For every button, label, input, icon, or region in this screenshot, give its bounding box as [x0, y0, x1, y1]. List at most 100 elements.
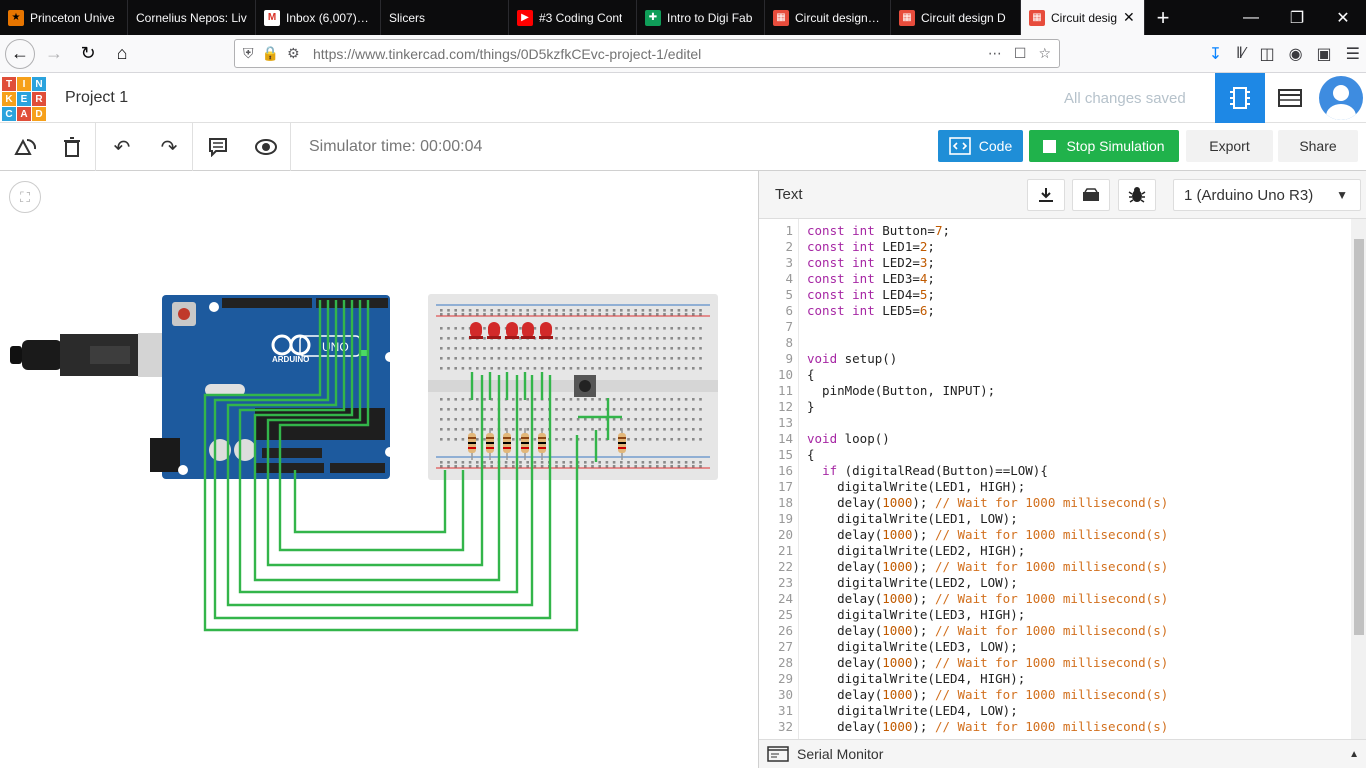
code-text: const int LED4=5; — [807, 287, 935, 302]
led[interactable] — [469, 322, 483, 339]
code-line: 26 delay(1000); // Wait for 1000 millise… — [759, 623, 1349, 639]
notes-icon[interactable] — [203, 132, 233, 162]
code-line: 2 const int LED1=2; — [759, 239, 1349, 255]
maximize-icon[interactable]: ❐ — [1274, 0, 1320, 35]
code-line: 6 const int LED5=6; — [759, 303, 1349, 319]
code-line: 8 — [759, 335, 1349, 351]
bookmark-star-icon[interactable]: ☆ — [1038, 45, 1051, 62]
extension-icon[interactable]: ▣ — [1317, 44, 1332, 64]
forward-icon[interactable]: → — [39, 39, 69, 69]
tab-title: Circuit design D — [921, 10, 1006, 25]
browser-tab[interactable]: ▦ Circuit desig ✕ — [1021, 0, 1145, 35]
logo-letter: D — [32, 107, 46, 121]
download-code-icon[interactable] — [1027, 179, 1065, 211]
logo-letter: R — [32, 92, 46, 106]
window-close-icon[interactable]: ✕ — [1320, 0, 1366, 35]
visibility-icon[interactable] — [251, 132, 281, 162]
save-status: All changes saved — [1064, 90, 1186, 107]
scrollbar-thumb[interactable] — [1354, 239, 1364, 635]
library-icon[interactable] — [1072, 179, 1110, 211]
rotate-icon[interactable] — [10, 132, 40, 162]
account-icon[interactable]: ◉ — [1289, 44, 1303, 64]
code-line: 9 void setup() — [759, 351, 1349, 367]
code-panel: Text 1 (Arduino Uno R3) ▼ 1 const int But… — [758, 171, 1366, 768]
shield-icon[interactable]: ⛨ — [243, 45, 254, 62]
browser-tab[interactable]: ▦ Circuit design D — [891, 0, 1021, 35]
redo-icon[interactable]: ↷ — [154, 132, 184, 162]
arduino-uno-board[interactable]: ARDUINO UNO — [150, 295, 395, 479]
wire[interactable] — [293, 470, 447, 534]
circuit-view-button[interactable] — [1215, 73, 1265, 123]
export-button[interactable]: Export — [1186, 130, 1273, 162]
led[interactable] — [539, 322, 553, 339]
code-editor[interactable]: 1 const int Button=7; 2 const int LED1=2; 3 c… — [759, 219, 1351, 739]
serial-monitor-bar[interactable]: Serial Monitor ▲ — [759, 739, 1366, 768]
led[interactable] — [487, 322, 501, 339]
line-number: 26 — [777, 623, 793, 638]
editor-scrollbar[interactable] — [1351, 219, 1366, 739]
new-tab-icon[interactable]: + — [1145, 0, 1181, 35]
princeton-icon: ★ — [8, 9, 24, 26]
tinkercad-icon: ▦ — [773, 9, 789, 26]
browser-tab[interactable]: ★ Princeton Unive — [0, 0, 128, 35]
back-icon[interactable]: ← — [5, 38, 35, 69]
led[interactable] — [505, 322, 519, 339]
delete-icon[interactable] — [57, 132, 87, 162]
tab-close-icon[interactable]: ✕ — [1123, 9, 1135, 26]
line-number: 16 — [777, 463, 793, 478]
browser-tab[interactable]: M Inbox (6,007) - a — [256, 0, 381, 35]
circuit-canvas[interactable]: ⛶ ARDUINO UNO — [0, 171, 758, 768]
browser-tab[interactable]: ▶ #3 Coding Cont — [509, 0, 637, 35]
line-number: 7 — [785, 319, 793, 334]
code-button[interactable]: Code — [938, 130, 1023, 162]
lock-icon[interactable]: 🔒 — [262, 45, 279, 62]
sidebar-icon[interactable]: ◫ — [1259, 44, 1274, 64]
code-line: 31 digitalWrite(LED4, LOW); — [759, 703, 1349, 719]
code-text: delay(1000); // Wait for 1000 millisecon… — [807, 687, 1169, 702]
code-text: const int LED2=3; — [807, 255, 935, 270]
code-button-label: Code — [978, 138, 1013, 154]
undo-icon[interactable]: ↶ — [107, 132, 137, 162]
chevron-up-icon[interactable]: ▲ — [1349, 749, 1359, 760]
minimize-icon[interactable]: — — [1228, 0, 1274, 35]
url-bar[interactable]: ⛨ 🔒 ⚙ https://www.tinkercad.com/things/0… — [234, 39, 1060, 68]
pocket-icon[interactable]: ☐ — [1014, 45, 1027, 62]
reload-icon[interactable]: ↻ — [73, 39, 103, 69]
push-button[interactable] — [574, 375, 596, 397]
serial-monitor-label: Serial Monitor — [797, 746, 884, 762]
component-list-button[interactable] — [1265, 73, 1315, 123]
menu-icon[interactable]: ☰ — [1346, 44, 1360, 64]
browser-tab[interactable]: Cornelius Nepos: Liv — [128, 0, 256, 35]
project-title[interactable]: Project 1 — [65, 89, 128, 107]
code-line: 27 digitalWrite(LED3, LOW); — [759, 639, 1349, 655]
tab-title: Cornelius Nepos: Liv — [136, 10, 247, 25]
code-text: digitalWrite(LED4, HIGH); — [807, 671, 1026, 686]
line-number: 1 — [785, 223, 793, 238]
download-icon[interactable]: ↧ — [1209, 44, 1222, 64]
debugger-bug-icon[interactable] — [1118, 179, 1156, 211]
code-editor-icon — [948, 137, 971, 155]
stop-simulation-button[interactable]: Stop Simulation — [1029, 130, 1179, 162]
code-text: const int LED5=6; — [807, 303, 935, 318]
tinkercad-logo[interactable]: TIN KER CAD — [2, 77, 46, 121]
code-text: digitalWrite(LED3, HIGH); — [807, 607, 1026, 622]
user-avatar[interactable] — [1319, 76, 1363, 120]
permissions-icon[interactable]: ⚙ — [287, 45, 300, 62]
home-icon[interactable]: ⌂ — [107, 39, 137, 69]
browser-tab[interactable]: ▦ Circuit design Ex — [765, 0, 891, 35]
code-line: 28 delay(1000); // Wait for 1000 millise… — [759, 655, 1349, 671]
library-icon[interactable]: ‖⁄ — [1236, 45, 1245, 63]
browser-tab[interactable]: ✚ Intro to Digi Fab — [637, 0, 765, 35]
led[interactable] — [521, 322, 535, 339]
code-text: { — [807, 367, 815, 382]
more-actions-icon[interactable]: ⋯ — [988, 45, 1002, 62]
code-line: 12} — [759, 399, 1349, 415]
share-button[interactable]: Share — [1278, 130, 1358, 162]
code-text: digitalWrite(LED2, HIGH); — [807, 543, 1026, 558]
editor-mode-label[interactable]: Text — [775, 186, 803, 203]
device-select[interactable]: 1 (Arduino Uno R3) ▼ — [1173, 179, 1361, 211]
line-number: 9 — [785, 351, 793, 366]
browser-tab[interactable]: Slicers — [381, 0, 509, 35]
code-line: 19 digitalWrite(LED1, LOW); — [759, 511, 1349, 527]
code-line: 22 delay(1000); // Wait for 1000 millise… — [759, 559, 1349, 575]
